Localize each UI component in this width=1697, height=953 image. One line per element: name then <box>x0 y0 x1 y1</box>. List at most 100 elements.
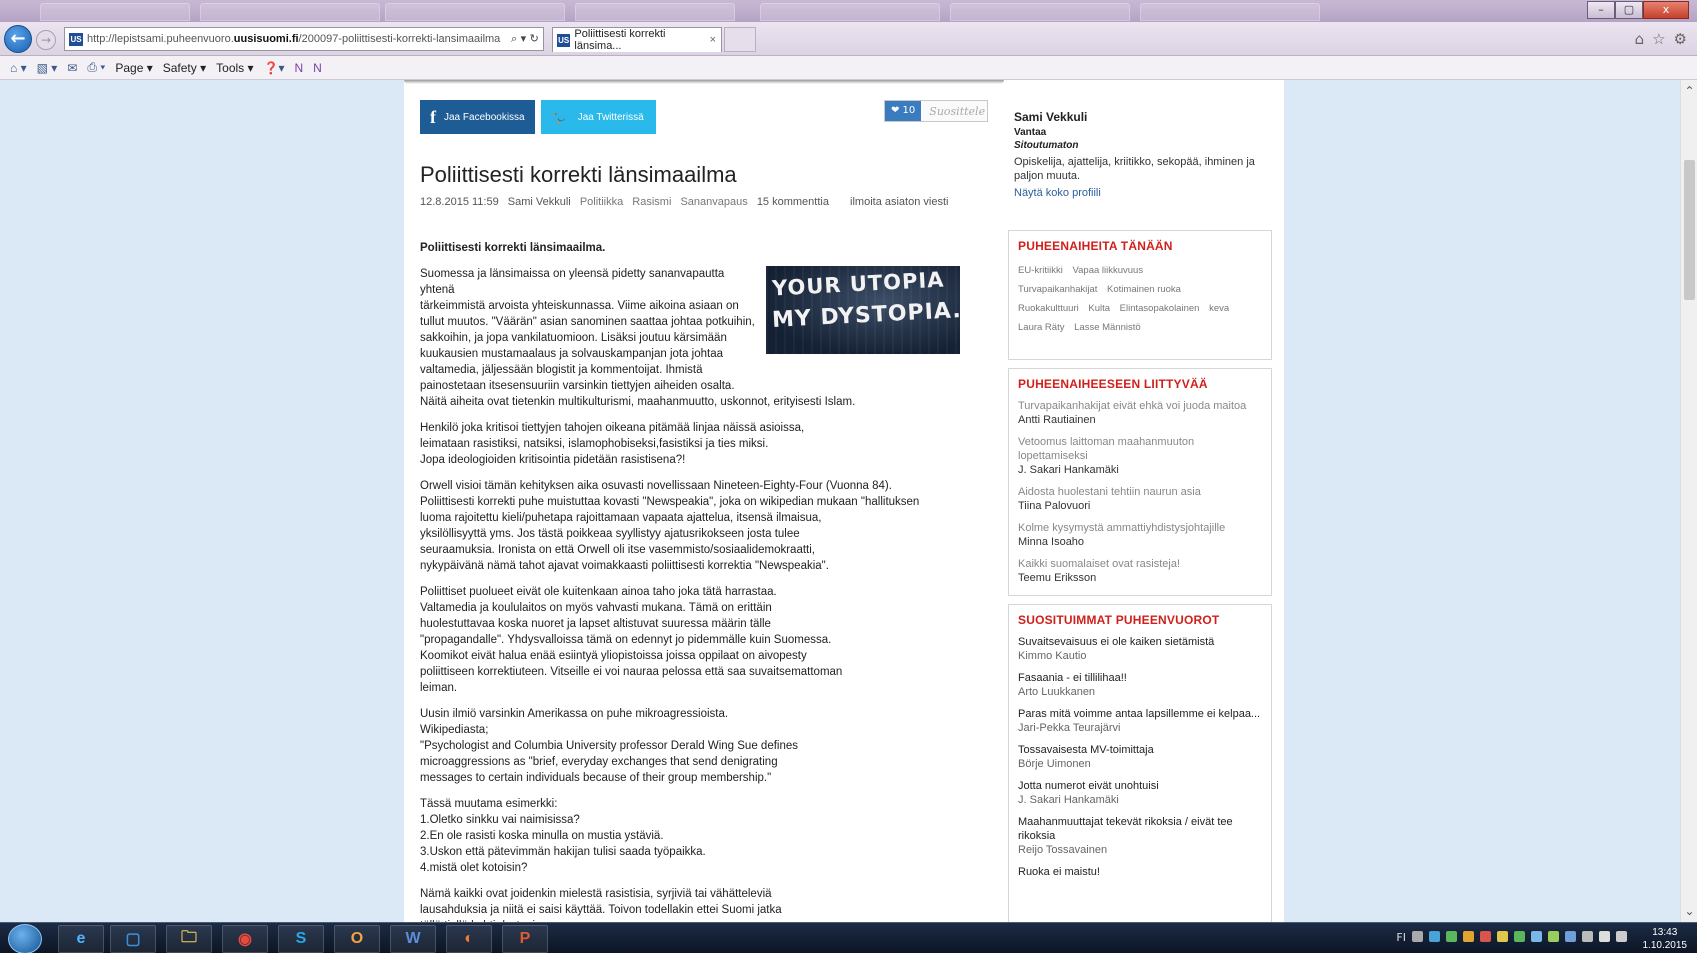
report-link[interactable]: ilmoita asiaton viesti <box>850 196 948 208</box>
taskbar-chrome-icon[interactable]: ◉ <box>222 925 268 953</box>
topic-tag[interactable]: Kotimainen ruoka <box>1107 284 1181 295</box>
popular-item-title[interactable]: Tossavaisesta MV-toimittaja <box>1018 743 1262 757</box>
topic-tag[interactable]: Kulta <box>1088 303 1110 314</box>
topic-tag[interactable]: Lasse Männistö <box>1074 322 1141 333</box>
share-twitter-button[interactable]: 🐦 Jaa Twitterissä <box>541 100 656 134</box>
popular-item[interactable]: Jotta numerot eivät unohtuisi J. Sakari … <box>1018 779 1262 807</box>
address-bar[interactable]: US http://lepistsami.puheenvuoro.uusisuo… <box>64 27 544 51</box>
scroll-thumb[interactable] <box>1684 160 1695 300</box>
scroll-up-arrow-icon[interactable]: ⌃ <box>1681 84 1697 98</box>
related-item-author[interactable]: Tiina Palovuori <box>1018 499 1262 513</box>
favorites-star-icon[interactable]: ☆ <box>1652 30 1665 48</box>
category-link[interactable]: Rasismi <box>632 196 671 208</box>
share-facebook-button[interactable]: f Jaa Facebookissa <box>420 100 535 134</box>
settings-gear-icon[interactable]: ⚙ <box>1674 30 1687 48</box>
tray-app-icon[interactable] <box>1429 931 1440 942</box>
tray-app-icon[interactable] <box>1531 931 1542 942</box>
topic-tag[interactable]: Vapaa liikkuvuus <box>1073 265 1144 276</box>
home-icon[interactable]: ⌂ <box>1635 30 1645 48</box>
background-window-tab[interactable] <box>1140 3 1320 21</box>
tray-flag-icon[interactable] <box>1599 931 1610 942</box>
back-button[interactable]: ← <box>4 25 32 53</box>
tray-bluetooth-icon[interactable] <box>1565 931 1576 942</box>
related-item-title[interactable]: Kaikki suomalaiset ovat rasisteja! <box>1018 557 1262 571</box>
category-link[interactable]: Sananvapaus <box>680 196 747 208</box>
popular-item-title[interactable]: Jotta numerot eivät unohtuisi <box>1018 779 1262 793</box>
related-item[interactable]: Vetoomus laittoman maahanmuuton lopettam… <box>1018 435 1262 477</box>
popular-item-title[interactable]: Maahanmuuttajat tekevät rikoksia / eivät… <box>1018 815 1262 843</box>
tray-network-icon[interactable] <box>1582 931 1593 942</box>
popular-item[interactable]: Paras mitä voimme antaa lapsillemme ei k… <box>1018 707 1262 735</box>
taskbar-internet-explorer-icon[interactable]: e <box>58 925 104 953</box>
popular-item[interactable]: Fasaania - ei tillilihaa!! Arto Luukkane… <box>1018 671 1262 699</box>
author-name[interactable]: Sami Vekkuli <box>1014 110 1274 124</box>
mail-icon[interactable]: ✉ <box>67 61 77 75</box>
background-window-tab[interactable] <box>950 3 1130 21</box>
onenote-linked-icon[interactable]: N <box>313 61 322 75</box>
popular-item-author[interactable]: Kimmo Kautio <box>1018 649 1262 663</box>
related-item[interactable]: Aidosta huolestani tehtiin naurun asia T… <box>1018 485 1262 513</box>
popular-item[interactable]: Suvaitsevaisuus ei ole kaiken sietämistä… <box>1018 635 1262 663</box>
popular-item-author[interactable]: Reijo Tossavainen <box>1018 843 1262 857</box>
safety-menu[interactable]: Safety ▾ <box>163 61 206 75</box>
tray-app-icon[interactable] <box>1548 931 1559 942</box>
related-item-title[interactable]: Kolme kysymystä ammattiyhdistysjohtajill… <box>1018 521 1262 535</box>
background-window-tab[interactable] <box>40 3 190 21</box>
taskbar-firefox-icon[interactable]: ◐ <box>446 925 492 953</box>
related-item-author[interactable]: Antti Rautiainen <box>1018 413 1262 427</box>
background-window-tab[interactable] <box>200 3 380 21</box>
tray-volume-icon[interactable] <box>1616 931 1627 942</box>
popular-item[interactable]: Maahanmuuttajat tekevät rikoksia / eivät… <box>1018 815 1262 857</box>
taskbar-clock[interactable]: 13:43 1.10.2015 <box>1643 926 1688 952</box>
home-icon[interactable]: ⌂ ▾ <box>10 61 27 75</box>
related-item-author[interactable]: Teemu Eriksson <box>1018 571 1262 585</box>
taskbar-explorer-folder-icon[interactable]: 🗀 <box>166 925 212 953</box>
topic-tag[interactable]: Laura Räty <box>1018 322 1064 333</box>
taskbar-skype-icon[interactable]: S <box>278 925 324 953</box>
related-item-author[interactable]: Minna Isoaho <box>1018 535 1262 549</box>
start-button[interactable] <box>8 924 42 953</box>
feeds-icon[interactable]: ▧ ▾ <box>37 61 58 75</box>
help-icon[interactable]: ❓▾ <box>264 61 285 75</box>
print-icon[interactable]: ⎙ ▾ <box>87 60 105 75</box>
popular-item[interactable]: Tossavaisesta MV-toimittaja Börje Uimone… <box>1018 743 1262 771</box>
tray-app-icon[interactable] <box>1463 931 1474 942</box>
browser-tab-active[interactable]: US Poliittisesti korrekti länsima... × <box>552 27 722 52</box>
category-link[interactable]: Politiikka <box>580 196 623 208</box>
tray-app-icon[interactable] <box>1514 931 1525 942</box>
recommend-button[interactable]: ❤ 10 Suosittele <box>884 100 988 122</box>
address-controls[interactable]: ⌕ ▾ ↻ <box>511 32 539 46</box>
background-window-tab[interactable] <box>575 3 735 21</box>
topic-tag[interactable]: EU-kritiikki <box>1018 265 1063 276</box>
tab-close-icon[interactable]: × <box>710 34 716 46</box>
vertical-scrollbar[interactable]: ⌃ ⌄ <box>1680 80 1697 922</box>
popular-item-author[interactable]: Börje Uimonen <box>1018 757 1262 771</box>
popular-item-title[interactable]: Paras mitä voimme antaa lapsillemme ei k… <box>1018 707 1262 721</box>
scroll-down-arrow-icon[interactable]: ⌄ <box>1681 904 1697 918</box>
popular-item-title[interactable]: Ruoka ei maistu! <box>1018 865 1262 879</box>
topic-tag[interactable]: Elintasopakolainen <box>1120 303 1200 314</box>
comments-link[interactable]: 15 kommenttia <box>757 196 829 208</box>
related-item-author[interactable]: J. Sakari Hankamäki <box>1018 463 1262 477</box>
onenote-icon[interactable]: N <box>294 61 303 75</box>
taskbar-word-icon[interactable]: W <box>390 925 436 953</box>
popular-item-title[interactable]: Fasaania - ei tillilihaa!! <box>1018 671 1262 685</box>
taskbar-media-icon[interactable]: ▢ <box>110 925 156 953</box>
tray-keyboard-icon[interactable] <box>1412 931 1423 942</box>
taskbar-outlook-icon[interactable]: O <box>334 925 380 953</box>
utopia-graffiti-image[interactable]: YOUR UTOPIA MY DYSTOPIA. <box>766 266 960 354</box>
background-window-tab[interactable] <box>760 3 940 21</box>
related-item[interactable]: Turvapaikanhakijat eivät ehkä voi juoda … <box>1018 399 1262 427</box>
related-item-title[interactable]: Vetoomus laittoman maahanmuuton lopettam… <box>1018 435 1262 463</box>
topic-tag[interactable]: Turvapaikanhakijat <box>1018 284 1097 295</box>
maximize-button[interactable]: ▢ <box>1615 1 1643 19</box>
popular-item-author[interactable]: Jari-Pekka Teurajärvi <box>1018 721 1262 735</box>
taskbar-powerpoint-icon[interactable]: P <box>502 925 548 953</box>
popular-item-author[interactable]: J. Sakari Hankamäki <box>1018 793 1262 807</box>
popular-item-title[interactable]: Suvaitsevaisuus ei ole kaiken sietämistä <box>1018 635 1262 649</box>
topic-tag[interactable]: keva <box>1209 303 1229 314</box>
page-menu[interactable]: Page ▾ <box>115 61 152 75</box>
topic-tag[interactable]: Ruokakulttuuri <box>1018 303 1079 314</box>
tray-app-icon[interactable] <box>1480 931 1491 942</box>
article-author-link[interactable]: Sami Vekkuli <box>508 196 571 208</box>
